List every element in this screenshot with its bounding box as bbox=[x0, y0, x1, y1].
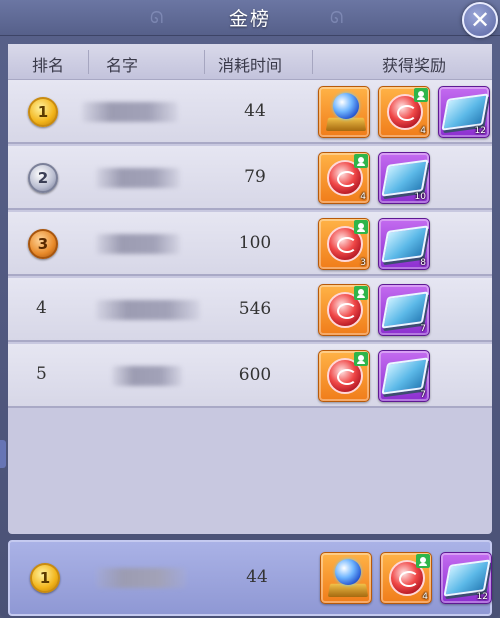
reward-count: 4 bbox=[360, 192, 366, 202]
player-name-blurred bbox=[96, 300, 200, 320]
reward-item[interactable]: 3 bbox=[318, 218, 370, 270]
close-icon: ✕ bbox=[469, 6, 491, 34]
player-name-blurred bbox=[96, 168, 180, 188]
rank-number: 4 bbox=[36, 298, 47, 318]
reward-count: 7 bbox=[420, 324, 426, 334]
player-name-blurred bbox=[112, 366, 182, 386]
reward-count: 10 bbox=[414, 192, 426, 202]
reward-item[interactable] bbox=[318, 284, 370, 336]
table-row[interactable]: 4 546 7 bbox=[8, 278, 492, 342]
reward-count: 4 bbox=[422, 592, 428, 602]
crystal-orb bbox=[333, 93, 359, 119]
time-spent: 79 bbox=[244, 167, 266, 187]
leaderboard-panel: ᘏ 金榜 ᘏ ✕ 排名 名字 消耗时间 获得奖励 1 44 4 12 2 79 4 10 3 10… bbox=[0, 0, 500, 618]
crystal-orb bbox=[335, 559, 361, 585]
my-rank-row: 1 44 4 12 bbox=[8, 540, 492, 616]
header-rank: 排名 bbox=[32, 56, 65, 75]
header-divider bbox=[88, 50, 89, 74]
swirl-ornament-icon: ᘏ bbox=[330, 8, 344, 27]
reward-count: 4 bbox=[420, 126, 426, 136]
header-reward: 获得奖励 bbox=[382, 56, 447, 75]
header-name: 名字 bbox=[106, 56, 139, 75]
reward-item[interactable]: 4 bbox=[378, 86, 430, 138]
side-tab[interactable] bbox=[0, 440, 6, 468]
reward-count: 7 bbox=[420, 390, 426, 400]
header-divider bbox=[204, 50, 205, 74]
reward-item[interactable]: 8 bbox=[378, 218, 430, 270]
player-name-blurred bbox=[82, 102, 178, 122]
reward-item[interactable]: 7 bbox=[378, 284, 430, 336]
crystal-ball-icon bbox=[325, 91, 367, 135]
time-spent: 600 bbox=[238, 365, 272, 385]
bound-person-icon bbox=[354, 154, 368, 168]
table-header: 排名 名字 消耗时间 获得奖励 bbox=[8, 44, 492, 80]
window-title: 金榜 bbox=[228, 8, 271, 30]
rank-medal-icon: 2 bbox=[28, 163, 58, 193]
table-row[interactable]: 5 600 7 bbox=[8, 344, 492, 408]
crystal-base bbox=[325, 117, 367, 131]
reward-item[interactable]: 12 bbox=[438, 86, 490, 138]
rank-medal-icon: 1 bbox=[28, 97, 58, 127]
reward-item[interactable]: 7 bbox=[378, 350, 430, 402]
reward-item[interactable]: 12 bbox=[440, 552, 492, 604]
reward-count: 8 bbox=[420, 258, 426, 268]
player-name-blurred bbox=[96, 234, 180, 254]
reward-item[interactable] bbox=[320, 552, 372, 604]
rank-medal-icon: 3 bbox=[28, 229, 58, 259]
title-bar: ᘏ 金榜 ᘏ bbox=[0, 0, 500, 36]
bound-person-icon bbox=[414, 88, 428, 102]
reward-count: 12 bbox=[476, 592, 488, 602]
reward-item[interactable]: 4 bbox=[318, 152, 370, 204]
bound-person-icon bbox=[354, 220, 368, 234]
time-spent: 100 bbox=[238, 233, 272, 253]
reward-count: 3 bbox=[360, 258, 366, 268]
rank-medal-icon: 1 bbox=[30, 563, 60, 593]
reward-item[interactable]: 10 bbox=[378, 152, 430, 204]
table-row[interactable]: 3 100 3 8 bbox=[8, 212, 492, 276]
reward-item[interactable] bbox=[318, 86, 370, 138]
time-spent: 546 bbox=[238, 299, 272, 319]
time-spent: 44 bbox=[246, 567, 268, 587]
time-spent: 44 bbox=[244, 101, 266, 121]
bound-person-icon bbox=[354, 286, 368, 300]
player-name-blurred bbox=[96, 568, 186, 588]
reward-item[interactable] bbox=[318, 350, 370, 402]
reward-item[interactable]: 4 bbox=[380, 552, 432, 604]
bound-person-icon bbox=[416, 554, 430, 568]
table-row[interactable]: 2 79 4 10 bbox=[8, 146, 492, 210]
close-button[interactable]: ✕ bbox=[462, 2, 498, 38]
rank-number: 5 bbox=[36, 364, 47, 384]
bound-person-icon bbox=[354, 352, 368, 366]
header-divider bbox=[312, 50, 313, 74]
header-time: 消耗时间 bbox=[218, 56, 283, 75]
crystal-ball-icon bbox=[327, 557, 369, 601]
crystal-base bbox=[327, 583, 369, 597]
reward-count: 12 bbox=[474, 126, 486, 136]
table-row[interactable]: 1 44 4 12 bbox=[8, 80, 492, 144]
